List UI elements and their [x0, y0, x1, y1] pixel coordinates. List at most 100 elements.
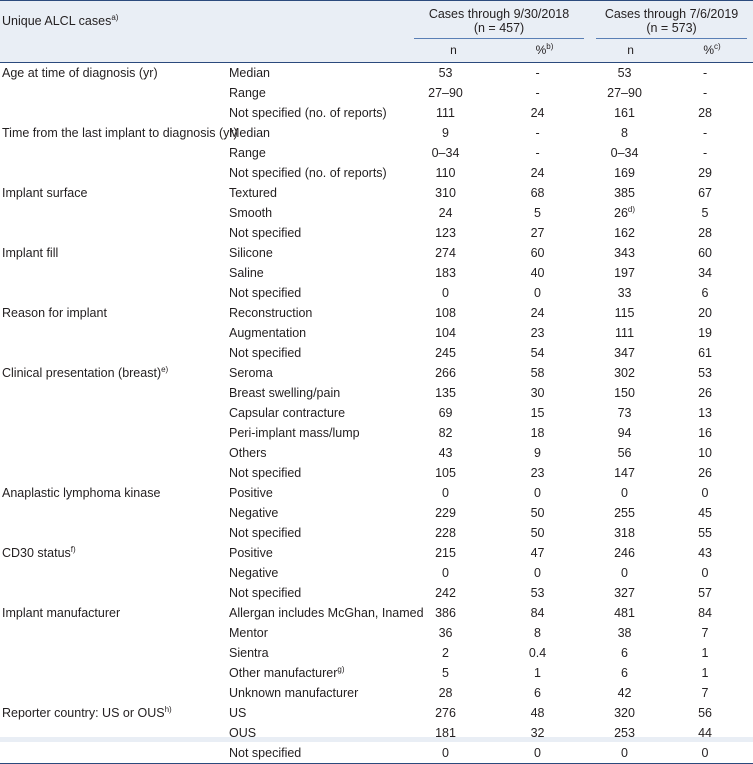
row-pct-2019-text: - [702, 66, 708, 80]
header-col-pct-1-sup: b) [546, 42, 554, 52]
row-pct-2019-text: - [702, 126, 708, 140]
row-pct-2019: - [671, 83, 753, 103]
row-pct-2018-text: 0 [534, 286, 541, 300]
table-row: Age at time of diagnosis (yr) Median 53 - 53… [0, 63, 753, 84]
row-n-2018-text: 386 [435, 606, 456, 620]
row-subcategory: Negative [225, 563, 408, 583]
row-category-text: Time from the last implant to diagnosis … [2, 126, 238, 140]
row-pct-2019: 7 [671, 623, 753, 643]
row-n-2019-text: 0 [621, 566, 628, 580]
row-pct-2018: 0 [499, 743, 591, 764]
row-subcategory: Silicone [225, 243, 408, 263]
row-pct-2018: 24 [499, 163, 590, 183]
header-group-row: Unique ALCL casesa) Cases through 9/30/2… [0, 0, 753, 41]
header-col-pct-1: %b) [499, 40, 591, 63]
row-n-2019-text: 246 [614, 546, 635, 560]
row-pct-2018-text: 15 [530, 406, 545, 420]
row-subcategory-text: US [229, 706, 247, 720]
row-subcategory-text: Not specified (no. of reports) [229, 106, 387, 120]
row-pct-2019-text: 26 [698, 466, 712, 480]
row-n-2019: 42 [590, 683, 671, 703]
row-pct-2018-text: 47 [530, 546, 545, 560]
row-n-2018-text: 215 [435, 546, 456, 560]
row-pct-2019: 13 [671, 403, 753, 423]
row-n-2018: 276 [408, 703, 499, 723]
row-pct-2018: 0 [499, 283, 590, 303]
row-n-2018-text: 183 [435, 266, 456, 280]
row-subcategory-text: Sientra [229, 646, 269, 660]
row-n-2018: 310 [408, 183, 499, 203]
row-subcategory: Saline [225, 263, 408, 283]
row-category [0, 283, 225, 303]
row-n-2018: 266 [408, 363, 499, 383]
row-subcategory: Not specified (no. of reports) [225, 103, 408, 123]
row-n-2018-text: 2 [442, 646, 449, 660]
row-n-2018-text: 0 [442, 486, 449, 500]
row-pct-2019: 10 [671, 443, 753, 463]
row-subcategory-text: Not specified [229, 586, 302, 600]
header-spacer-subcategory [225, 40, 409, 63]
table-row: Sientra 2 0.4 6 1 [0, 643, 753, 663]
row-n-2019-text: 481 [614, 606, 635, 620]
row-subcategory: Negative [225, 503, 408, 523]
row-category-sup: h) [164, 704, 172, 714]
row-pct-2019: 6 [671, 283, 753, 303]
row-pct-2018: 24 [499, 303, 590, 323]
row-n-2018-text: 104 [435, 326, 456, 340]
row-pct-2018-text: 54 [530, 346, 545, 360]
row-pct-2019: 53 [671, 363, 753, 383]
row-n-2019-text: 169 [614, 166, 635, 180]
row-n-2019: 320 [590, 703, 671, 723]
row-pct-2018: 68 [499, 183, 590, 203]
table-row: Negative 229 50 255 45 [0, 503, 753, 523]
row-n-2019: 6 [590, 643, 671, 663]
row-subcategory-text: Not specified [229, 286, 302, 300]
row-category: Implant surface [0, 183, 225, 203]
row-n-2019-text: 115 [614, 306, 635, 320]
row-n-2019-text: 327 [614, 586, 635, 600]
row-category: Reporter country: US or OUSh) [0, 703, 225, 723]
row-pct-2018: 47 [499, 543, 590, 563]
row-pct-2019-text: 1 [701, 646, 709, 660]
row-n-2019-text: 347 [614, 346, 635, 360]
row-pct-2018-text: 24 [530, 106, 545, 120]
row-subcategory: Others [225, 443, 408, 463]
row-subcategory: Unknown manufacturer [225, 683, 408, 703]
header-group-2-subtitle: (n = 573) [646, 20, 697, 35]
row-n-2019-text: 56 [617, 446, 632, 460]
row-n-2019-text: 6 [621, 666, 628, 680]
row-n-2018: 105 [408, 463, 499, 483]
row-n-2018-text: 228 [435, 526, 456, 540]
row-category [0, 203, 225, 223]
row-pct-2019-text: 26 [698, 386, 712, 400]
row-subcategory: Not specified [225, 343, 408, 363]
row-n-2019: 347 [590, 343, 671, 363]
row-subcategory: Positive [225, 543, 408, 563]
row-pct-2018-text: 23 [530, 466, 545, 480]
table-row: Not specified (no. of reports) 111 24 161 28 [0, 103, 753, 123]
table-row: Smooth 24 5 26d) 5 [0, 203, 753, 223]
row-n-2019: 255 [590, 503, 671, 523]
row-pct-2019: 16 [671, 423, 753, 443]
row-subcategory: Not specified [225, 463, 408, 483]
header-col-pct-2: %c) [671, 40, 753, 63]
row-n-2019: 27–90 [590, 83, 671, 103]
row-pct-2018-text: - [535, 146, 540, 160]
row-subcategory-text: Allergan includes McGhan, Inamed [229, 606, 424, 620]
row-pct-2018-text: 6 [534, 686, 541, 700]
row-n-2019: 94 [590, 423, 671, 443]
row-subcategory-text: Negative [229, 506, 279, 520]
row-n-2018: 215 [408, 543, 499, 563]
row-n-2018: 5 [408, 663, 499, 683]
row-pct-2019: - [671, 63, 753, 84]
row-n-2019-text: 0–34 [610, 146, 639, 160]
row-n-2018: 123 [408, 223, 499, 243]
table-row: Reporter country: US or OUSh) US 276 48 320 5… [0, 703, 753, 723]
row-n-2019-text: 73 [617, 406, 632, 420]
row-pct-2018-text: 84 [530, 606, 545, 620]
row-category: Age at time of diagnosis (yr) [0, 63, 225, 84]
row-pct-2019: 45 [671, 503, 753, 523]
row-n-2018-text: 274 [435, 246, 456, 260]
row-pct-2019-text: 45 [698, 506, 712, 520]
row-n-2018: 0 [408, 563, 499, 583]
